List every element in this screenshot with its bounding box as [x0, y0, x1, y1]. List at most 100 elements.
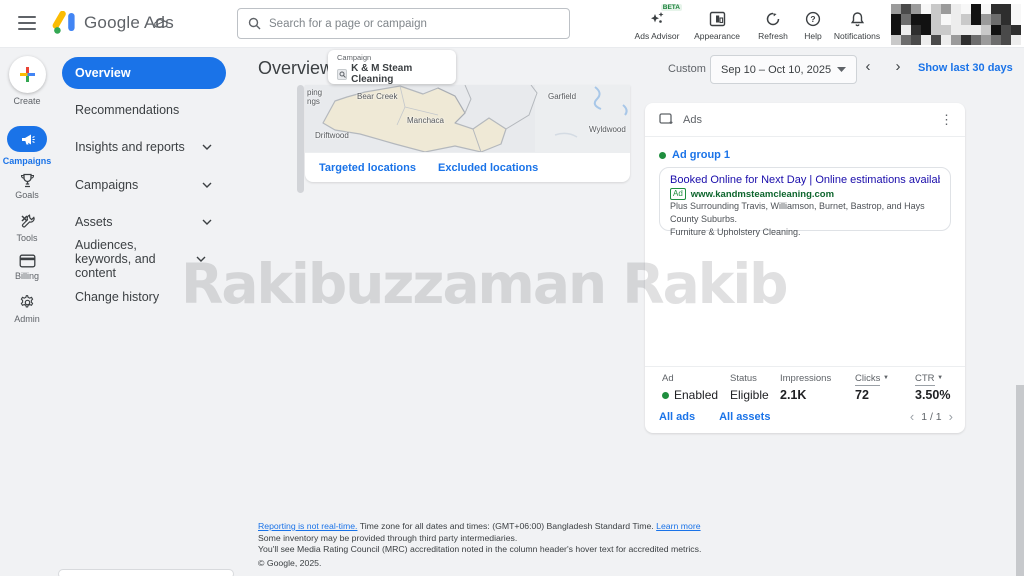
- map-label-partial-2: ngs: [307, 97, 320, 106]
- excluded-locations-link[interactable]: Excluded locations: [438, 162, 538, 174]
- nav-item-audiences-keywords-content[interactable]: Audiences, keywords, and content: [62, 238, 226, 280]
- page-prev-icon[interactable]: ‹: [910, 410, 914, 423]
- map-label-partial-1: ping: [307, 88, 323, 97]
- stats-value-ctr: 3.50%: [915, 388, 951, 402]
- divider: [645, 366, 965, 367]
- map-label-garfield: Garfield: [548, 92, 577, 101]
- trophy-icon: [20, 173, 34, 187]
- stats-header-impressions: Impressions: [780, 373, 832, 384]
- campaign-scope-chip[interactable]: Campaign K & M Steam Cleaning: [328, 50, 456, 85]
- learn-more-link[interactable]: Learn more: [656, 521, 700, 531]
- rail-label-billing: Billing: [14, 271, 39, 281]
- reporting-link[interactable]: Reporting is not real-time.: [258, 521, 357, 531]
- stats-value-clicks: 72: [855, 388, 869, 402]
- map-label-bear-creek: Bear Creek: [357, 92, 398, 101]
- chevron-down-icon: [196, 256, 206, 262]
- create-button[interactable]: [9, 56, 46, 93]
- footer-line-3: You'll see Media Rating Council (MRC) ac…: [258, 544, 702, 554]
- ad-preview[interactable]: Booked Online for Next Day | Online esti…: [659, 167, 951, 237]
- chevron-down-icon: [202, 219, 212, 225]
- enabled-dot: [662, 391, 669, 399]
- targeted-locations-link[interactable]: Targeted locations: [319, 162, 416, 174]
- all-ads-link[interactable]: All ads: [659, 411, 695, 423]
- chevron-down-icon: [202, 144, 212, 150]
- search-icon: [248, 17, 261, 30]
- show-last-30-days-link[interactable]: Show last 30 days: [918, 62, 1013, 74]
- footer-line-2: Some inventory may be provided through t…: [258, 532, 518, 543]
- nav-item-change-history[interactable]: Change history: [62, 289, 226, 305]
- billing-card-icon: [19, 254, 35, 268]
- svg-text:?: ?: [810, 14, 815, 24]
- ad-group-link[interactable]: Ad group 1: [659, 149, 730, 161]
- rail-item-campaigns[interactable]: [7, 126, 47, 152]
- stats-value-ad-status: Enabled: [662, 388, 718, 402]
- rail-label-goals: Goals: [15, 190, 39, 200]
- nav-item-recommendations[interactable]: Recommendations: [62, 102, 226, 118]
- date-prev-button[interactable]: ‹: [858, 58, 878, 75]
- cloud-status-icon: [153, 17, 168, 29]
- rail-label-tools: Tools: [16, 233, 38, 243]
- gear-icon: [20, 294, 33, 308]
- stats-header-ad: Ad: [662, 373, 674, 384]
- rail-label-admin: Admin: [14, 314, 40, 324]
- redacted-account-info: [891, 4, 1021, 45]
- map-label-manchaca: Manchaca: [407, 116, 444, 125]
- ad-badge: Ad: [670, 188, 686, 200]
- status-dot: [659, 151, 666, 159]
- appearance-button[interactable]: Appearance: [686, 9, 748, 45]
- overflow-menu-icon[interactable]: ⋮: [940, 113, 953, 126]
- tools-icon: [20, 213, 35, 227]
- rail-item-billing[interactable]: [17, 251, 37, 271]
- map-label-wyldwood: Wyldwood: [589, 125, 626, 134]
- scope-label: Campaign: [337, 53, 372, 62]
- nav-item-campaigns[interactable]: Campaigns: [62, 177, 226, 193]
- all-assets-link[interactable]: All assets: [719, 411, 770, 423]
- rail-item-admin[interactable]: [17, 292, 37, 312]
- search-input[interactable]: [269, 17, 559, 30]
- nav-item-insights-reports[interactable]: Insights and reports: [62, 139, 226, 155]
- rail-label-create: Create: [13, 96, 41, 106]
- date-range-selector[interactable]: Sep 10 – Oct 10, 2025: [710, 55, 857, 84]
- stats-header-ctr[interactable]: CTR ▼: [915, 373, 943, 386]
- date-range-type: Custom: [668, 63, 706, 75]
- menu-icon[interactable]: [18, 16, 36, 30]
- notifications-button[interactable]: Notifications: [826, 9, 888, 45]
- chevron-down-icon: [202, 182, 212, 188]
- ads-advisor-button[interactable]: BETA Ads Advisor: [626, 4, 688, 45]
- content-scrollbar-thumb[interactable]: [297, 85, 304, 193]
- targeted-locations-map[interactable]: ping ngs Bear Creek Manchaca Driftwood G…: [305, 85, 630, 152]
- copyright: © Google, 2025.: [258, 558, 322, 568]
- rail-item-goals[interactable]: [17, 170, 37, 190]
- stats-value-impressions: 2.1K: [780, 388, 807, 402]
- page-indicator: 1 / 1: [921, 411, 942, 423]
- locations-map-card: ping ngs Bear Creek Manchaca Driftwood G…: [305, 85, 630, 182]
- page-title: Overview: [258, 58, 334, 78]
- stats-header-status: Status: [730, 373, 757, 384]
- ad-headline: Booked Online for Next Day | Online esti…: [670, 174, 940, 186]
- map-label-driftwood: Driftwood: [315, 131, 349, 140]
- ads-card-title: Ads: [683, 113, 702, 126]
- plus-icon: [20, 67, 35, 82]
- ads-icon: [659, 113, 673, 124]
- ad-description-1: Plus Surrounding Travis, Williamson, Bur…: [670, 201, 925, 225]
- scope-value: K & M Steam Cleaning: [351, 63, 413, 85]
- sparkle-icon: [626, 9, 688, 28]
- bell-icon: [826, 9, 888, 28]
- dropdown-caret-icon: [837, 67, 846, 72]
- campaign-scope-icon: [337, 68, 348, 80]
- top-app-bar: Google Ads BETA Ads Advisor Appearance R…: [0, 0, 1024, 48]
- megaphone-icon: [21, 134, 35, 144]
- ad-display-url: www.kandmsteamcleaning.com: [690, 188, 835, 200]
- nav-item-assets[interactable]: Assets: [62, 214, 226, 230]
- rail-label-campaigns: Campaigns: [2, 156, 52, 166]
- appearance-icon: [686, 9, 748, 28]
- global-search[interactable]: [237, 8, 570, 39]
- beta-badge: BETA: [660, 4, 682, 11]
- date-next-button[interactable]: ›: [888, 58, 908, 75]
- stats-value-status: Eligible: [730, 388, 769, 402]
- stats-header-clicks[interactable]: Clicks ▼: [855, 373, 889, 386]
- nav-item-overview[interactable]: Overview: [62, 57, 226, 89]
- rail-item-tools[interactable]: [17, 211, 37, 231]
- page-scrollbar-thumb[interactable]: [1016, 385, 1024, 576]
- page-next-icon[interactable]: ›: [949, 410, 953, 423]
